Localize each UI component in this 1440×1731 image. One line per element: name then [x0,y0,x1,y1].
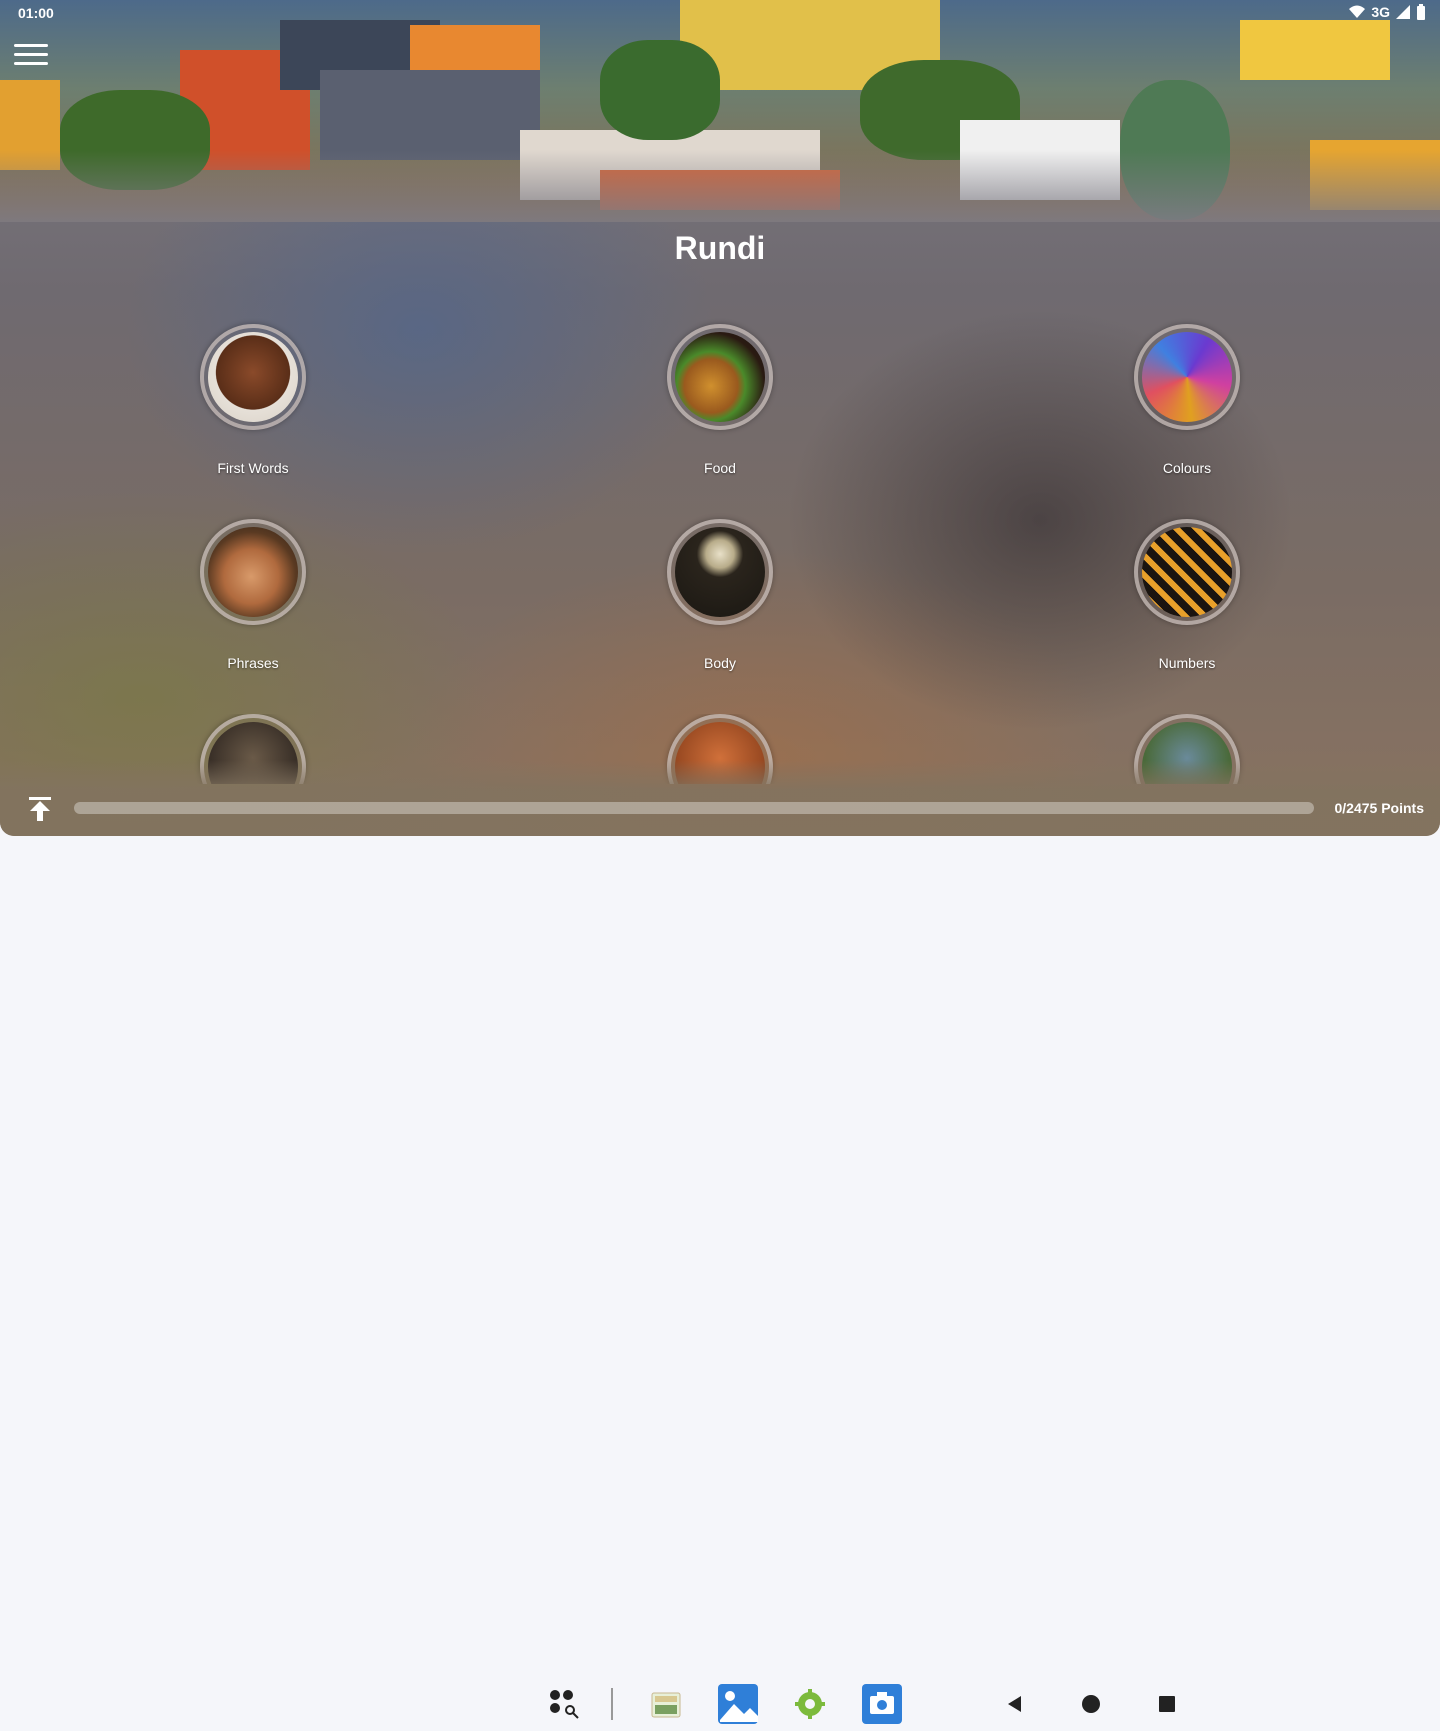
category-label: Phrases [227,655,279,671]
battery-icon [1417,4,1425,20]
status-icons: 3G [1349,4,1426,20]
network-type: 3G [1371,4,1390,20]
category-label: Numbers [1158,655,1216,671]
category-label: First Words [217,460,289,476]
wifi-icon [1349,5,1366,18]
category-numbers[interactable]: Numbers [1087,519,1287,671]
system-navigation-bar [0,836,1440,1724]
home-icon[interactable] [1081,1694,1101,1719]
category-food[interactable]: Food [620,324,820,476]
category-label: Colours [1162,460,1212,476]
status-time: 01:00 [18,5,54,21]
menu-icon[interactable] [14,44,48,70]
category-body[interactable]: Body [620,519,820,671]
burger-icon [667,324,773,430]
woman-face-icon [200,519,306,625]
gallery-app-icon[interactable] [716,1682,760,1731]
numbers-icon [1134,519,1240,625]
app-drawer-search-icon[interactable] [548,1688,580,1725]
category-phrases[interactable]: Phrases [153,519,353,671]
recents-icon[interactable] [1159,1696,1175,1717]
page-title: Rundi [674,230,766,266]
banner-fade [0,150,1440,222]
child-face-icon [200,324,306,430]
colour-powder-icon [1134,324,1240,430]
camera-app-icon[interactable] [861,1682,903,1731]
points-progress-bar [74,802,1314,814]
category-first-words[interactable]: First Words [153,324,353,476]
language-app-icon[interactable] [651,1692,681,1723]
scroll-to-top-icon[interactable] [26,795,54,823]
points-text: 0/2475 Points [1334,800,1425,816]
category-colours[interactable]: Colours [1087,324,1287,476]
app-screen: 01:00 3G Rundi First Words Food Colours … [0,0,1440,836]
skeleton-icon [667,519,773,625]
category-label: Food [704,460,736,476]
android-settings-app-icon[interactable] [794,1688,826,1725]
bottom-fade [0,760,1440,836]
signal-icon [1396,5,1410,19]
back-icon[interactable] [1005,1694,1025,1719]
category-label: Body [704,655,736,671]
nav-divider [611,1688,613,1720]
city-banner-image [0,0,1440,222]
